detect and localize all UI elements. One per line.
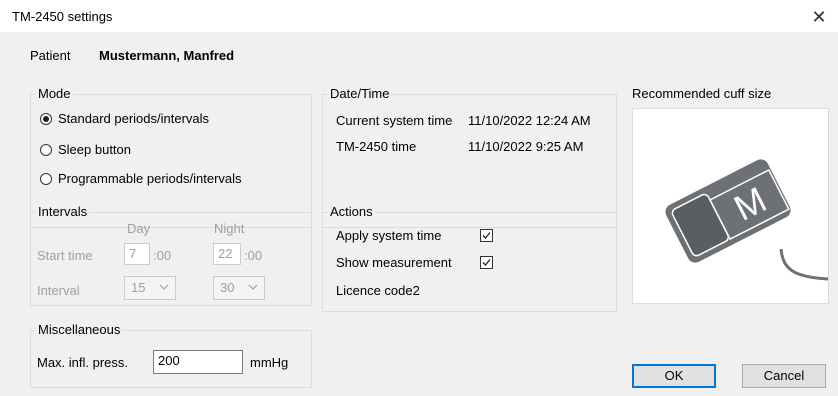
licence-code-label: Licence code2 (336, 283, 420, 298)
day-start-hour-field[interactable]: 7 (124, 243, 150, 265)
intervals-legend: Intervals (36, 204, 90, 219)
day-start-minutes: :00 (153, 248, 172, 263)
night-start-hour-field[interactable]: 22 (213, 243, 241, 265)
patient-label: Patient (30, 48, 71, 63)
mode-sleep-radio[interactable] (40, 144, 52, 156)
night-interval-select[interactable]: 30 (213, 276, 265, 300)
cancel-button[interactable]: Cancel (742, 364, 826, 388)
apply-system-time-checkbox[interactable] (480, 229, 493, 242)
dialog-body: Patient Mustermann, Manfred Mode Standar… (0, 32, 838, 396)
current-system-time-value: 11/10/2022 12:24 AM (468, 113, 591, 128)
close-icon[interactable]: ✕ (807, 6, 831, 28)
actions-legend: Actions (328, 204, 375, 219)
device-time-label: TM-2450 time (336, 139, 417, 154)
mode-programmable-radio[interactable] (40, 173, 52, 185)
mode-sleep-label[interactable]: Sleep button (58, 142, 131, 157)
current-system-time-label: Current system time (336, 113, 453, 128)
mode-standard-radio[interactable] (40, 113, 52, 125)
day-interval-select[interactable]: 15 (124, 276, 176, 300)
checkmark-icon (482, 259, 491, 266)
start-time-label: Start time (37, 248, 93, 263)
title-bar: TM-2450 settings ✕ (0, 0, 838, 32)
patient-name: Mustermann, Manfred (99, 48, 235, 63)
ok-button[interactable]: OK (632, 364, 716, 388)
cuff-size-m-icon: M (665, 159, 829, 281)
intervals-day-header: Day (127, 221, 151, 236)
night-start-minutes: :00 (244, 248, 263, 263)
cuff-image-box: M (632, 108, 829, 304)
window-title: TM-2450 settings (12, 9, 113, 24)
day-interval-value: 15 (131, 280, 146, 295)
checkmark-icon (482, 232, 491, 239)
show-measurement-checkbox[interactable] (480, 256, 493, 269)
max-inflation-pressure-input[interactable]: 200 (153, 350, 243, 374)
mode-legend: Mode (36, 86, 73, 101)
night-interval-value: 30 (220, 280, 235, 295)
cuff-title: Recommended cuff size (632, 86, 772, 101)
interval-label: Interval (37, 283, 80, 298)
chevron-down-icon (248, 284, 258, 290)
mode-programmable-label[interactable]: Programmable periods/intervals (58, 171, 242, 186)
mode-standard-label[interactable]: Standard periods/intervals (58, 111, 209, 126)
intervals-night-header: Night (214, 221, 245, 236)
device-time-value: 11/10/2022 9:25 AM (468, 139, 584, 154)
misc-legend: Miscellaneous (36, 322, 123, 337)
pressure-unit: mmHg (250, 355, 289, 370)
show-measurement-label[interactable]: Show measurement (336, 255, 452, 270)
chevron-down-icon (159, 284, 169, 290)
datetime-legend: Date/Time (328, 86, 392, 101)
apply-system-time-label[interactable]: Apply system time (336, 228, 441, 243)
max-inflation-label: Max. infl. press. (37, 355, 129, 370)
